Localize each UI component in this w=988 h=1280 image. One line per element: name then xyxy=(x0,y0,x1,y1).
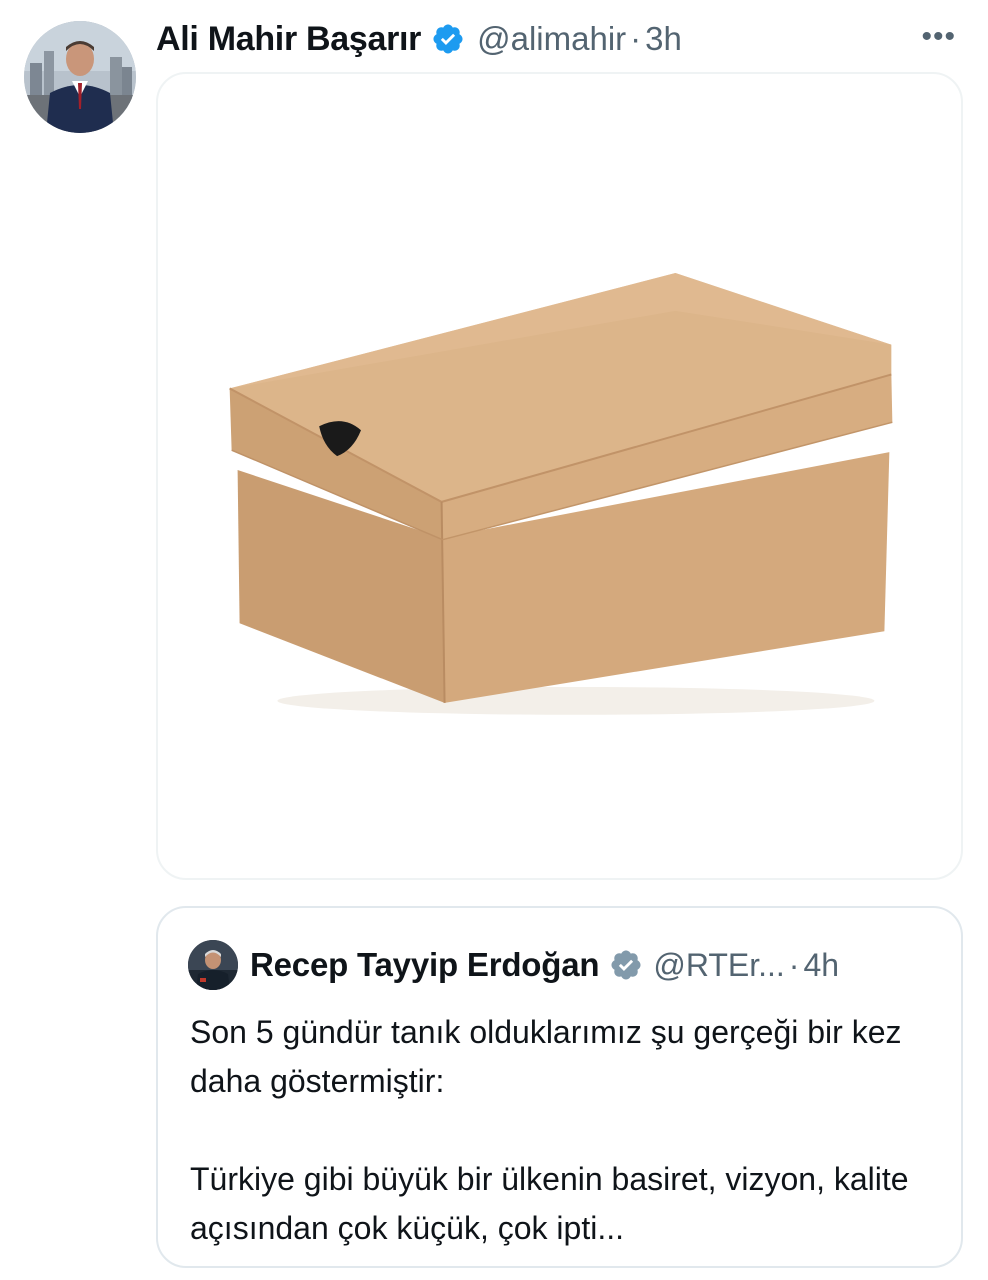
header-separator: · xyxy=(630,20,642,57)
quoted-author-avatar[interactable] xyxy=(188,940,238,990)
quoted-tweet-paragraph: Türkiye gibi büyük bir ülkenin basiret, … xyxy=(190,1161,909,1246)
verified-badge-icon xyxy=(433,24,463,54)
tweet-header: Ali Mahir Başarır @alimahir · 3h ••• xyxy=(156,14,958,64)
quoted-header-separator: · xyxy=(788,946,800,983)
shoebox-image-icon xyxy=(229,273,893,715)
quoted-author-name[interactable]: Recep Tayyip Erdoğan xyxy=(250,946,600,984)
quoted-tweet-paragraph: Son 5 gündür tanık olduklarımız şu gerçe… xyxy=(190,1014,902,1099)
author-handle[interactable]: @alimahir xyxy=(477,20,626,58)
more-options-icon[interactable]: ••• xyxy=(921,22,956,52)
tweet-media[interactable] xyxy=(156,72,963,880)
author-avatar[interactable] xyxy=(24,21,136,133)
quoted-tweet-header: Recep Tayyip Erdoğan @RTEr... · 4h xyxy=(188,938,941,992)
quoted-tweet-timestamp[interactable]: 4h xyxy=(803,947,839,984)
author-name[interactable]: Ali Mahir Başarır xyxy=(156,20,421,59)
quoted-author-handle[interactable]: @RTEr... xyxy=(653,947,784,984)
person-photo-icon xyxy=(188,940,238,990)
tweet-timestamp[interactable]: 3h xyxy=(645,20,682,58)
verified-badge-icon xyxy=(611,950,641,980)
person-photo-icon xyxy=(24,21,136,133)
quoted-tweet-text: Son 5 gündür tanık olduklarımız şu gerçe… xyxy=(190,1008,935,1253)
quoted-tweet[interactable]: Recep Tayyip Erdoğan @RTEr... · 4h Son 5… xyxy=(156,906,963,1268)
